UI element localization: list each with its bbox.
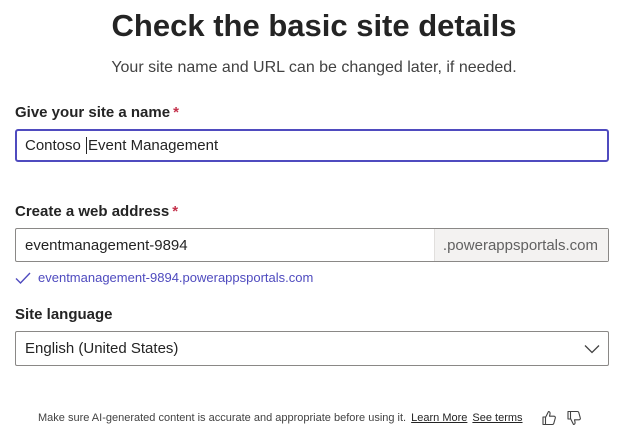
site-name-value-end: Event Management [88,137,219,154]
site-name-value-start: Contoso [25,137,86,154]
disclaimer-text: Make sure AI-generated content is accura… [38,412,407,424]
web-address-label: Create a web address * [15,203,178,220]
validated-url: eventmanagement-9894.powerappsportals.co… [38,270,314,285]
site-name-input[interactable]: Contoso Event Management [15,129,609,162]
web-address-suffix: .powerappsportals.com [433,229,608,261]
url-validation-message: eventmanagement-9894.powerappsportals.co… [15,270,313,285]
feedback-buttons [541,410,591,426]
thumbs-up-icon[interactable] [541,410,557,426]
page-title: Check the basic site details [111,8,517,43]
site-language-label: Site language [15,306,113,323]
web-address-input[interactable]: eventmanagement-9894 .powerappsportals.c… [15,228,609,262]
site-name-label-text: Give your site a name [15,104,171,121]
required-mark: * [172,203,179,220]
checkmark-icon [15,272,31,284]
page-subtitle: Your site name and URL can be changed la… [111,59,517,76]
web-address-value: eventmanagement-9894 [25,236,188,254]
see-terms-link[interactable]: See terms [472,412,522,424]
chevron-down-icon [584,344,600,353]
site-language-value: English (United States) [25,340,179,357]
site-language-dropdown[interactable]: English (United States) [15,331,609,366]
required-mark: * [173,104,179,121]
text-caret [86,137,88,154]
web-address-label-text: Create a web address [15,203,170,220]
site-name-label: Give your site a name * [15,104,179,121]
learn-more-link[interactable]: Learn More [411,412,467,424]
ai-disclaimer: Make sure AI-generated content is accura… [38,410,591,426]
thumbs-down-icon[interactable] [566,410,582,426]
site-details-page: Check the basic site details Your site n… [0,0,628,443]
